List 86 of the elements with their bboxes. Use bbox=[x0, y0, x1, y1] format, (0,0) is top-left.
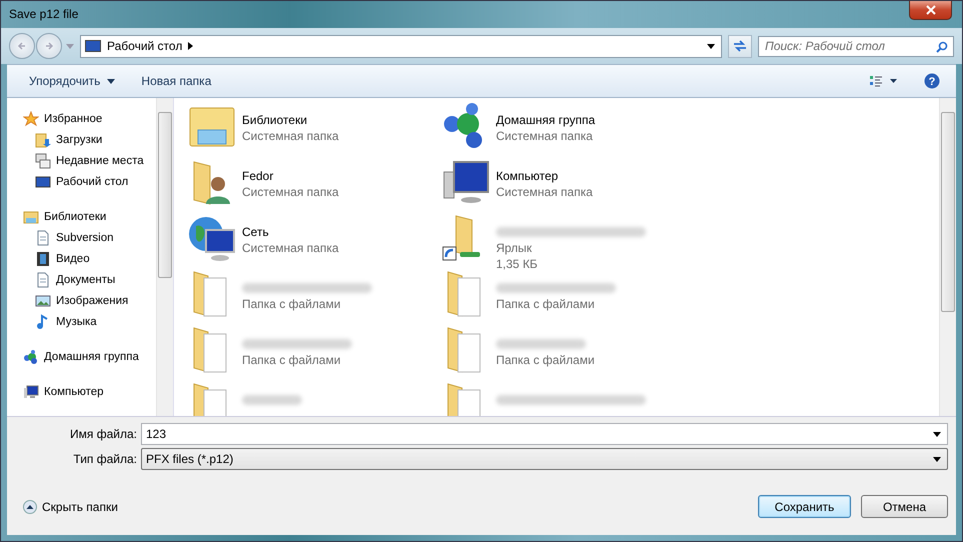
sidebar-item[interactable]: Загрузки bbox=[7, 129, 156, 150]
file-name-label: Имя файла: bbox=[69, 427, 137, 441]
sidebar-item[interactable]: Домашняя группа bbox=[7, 346, 156, 367]
item-name: Домашняя группа bbox=[496, 112, 596, 128]
film-icon bbox=[35, 250, 51, 266]
item-name: Компьютер bbox=[496, 168, 560, 184]
scrollbar[interactable] bbox=[939, 98, 956, 416]
item-detail: Папка с файлами bbox=[496, 296, 596, 312]
item-detail: Папка с файлами bbox=[496, 352, 595, 368]
file-type-dropdown[interactable]: PFX files (*.p12) bbox=[141, 448, 948, 470]
cancel-button[interactable]: Отмена bbox=[861, 495, 948, 518]
sidebar-item[interactable]: Subversion bbox=[7, 227, 156, 248]
help-icon: ? bbox=[924, 73, 940, 89]
organize-menu-button[interactable]: Упорядочить bbox=[21, 70, 124, 92]
chevron-icon bbox=[188, 42, 194, 50]
file-item[interactable]: Компьютер Системная папка bbox=[442, 158, 696, 214]
item-name: Сеть bbox=[242, 224, 270, 240]
save-button[interactable]: Сохранить bbox=[758, 495, 851, 518]
file-item[interactable]: Сеть Системная папка bbox=[188, 214, 442, 270]
refresh-button[interactable] bbox=[728, 34, 752, 58]
caret-icon bbox=[107, 78, 116, 84]
back-arrow-icon bbox=[17, 41, 27, 51]
item-detail: 1,35 КБ bbox=[496, 256, 539, 272]
globe-computer-icon bbox=[188, 214, 236, 262]
file-item[interactable]: Папка с файлами bbox=[442, 326, 696, 382]
picture-icon bbox=[35, 292, 51, 308]
desktop-icon bbox=[35, 174, 51, 190]
file-item[interactable]: Fedor Системная папка bbox=[188, 158, 442, 214]
desktop-icon bbox=[85, 40, 101, 52]
item-detail: Системная папка bbox=[242, 128, 339, 144]
computer-icon bbox=[442, 158, 490, 206]
dropdown-caret-icon bbox=[707, 44, 715, 48]
download-folder-icon bbox=[35, 132, 51, 148]
item-name: Библиотеки bbox=[242, 112, 308, 128]
search-field[interactable]: Поиск: Рабочий стол bbox=[758, 36, 954, 56]
document-icon bbox=[35, 272, 51, 288]
item-detail: Папка с файлами bbox=[242, 296, 342, 312]
sidebar-item[interactable]: Компьютер bbox=[7, 381, 156, 402]
item-detail: Системная папка bbox=[242, 184, 339, 200]
close-button[interactable] bbox=[909, 1, 952, 20]
sidebar-item[interactable]: Документы bbox=[7, 269, 156, 290]
address-bar[interactable]: Рабочий стол bbox=[80, 34, 722, 58]
address-path: Рабочий стол bbox=[107, 39, 182, 53]
star-icon bbox=[23, 110, 39, 126]
sidebar-item[interactable]: Рабочий стол bbox=[7, 171, 156, 192]
sidebar-item[interactable]: Видео bbox=[7, 248, 156, 269]
recent-places-icon bbox=[35, 152, 51, 168]
new-folder-button[interactable]: Новая папка bbox=[133, 70, 220, 92]
forward-button[interactable] bbox=[36, 33, 62, 59]
sidebar-item[interactable]: Избранное bbox=[7, 108, 156, 129]
sidebar-item[interactable]: Музыка bbox=[7, 311, 156, 332]
refresh-arrows-icon bbox=[733, 40, 747, 52]
document-icon bbox=[35, 230, 51, 246]
forward-arrow-icon bbox=[44, 41, 54, 51]
library-icon bbox=[23, 208, 39, 224]
hide-folders-button[interactable]: Скрыть папки bbox=[15, 498, 126, 516]
file-item[interactable]: Папка с файлами bbox=[442, 270, 696, 326]
item-detail: Системная папка bbox=[242, 240, 339, 256]
sidebar-item[interactable]: Изображения bbox=[7, 290, 156, 311]
computer-icon bbox=[23, 384, 39, 400]
sidebar-item[interactable]: Недавние места bbox=[7, 150, 156, 171]
file-name-field[interactable]: 123 bbox=[141, 423, 948, 445]
caret-icon[interactable] bbox=[66, 44, 74, 48]
file-item[interactable]: Домашняя группа Системная папка bbox=[442, 102, 696, 158]
file-item[interactable]: Библиотеки Системная папка bbox=[188, 102, 442, 158]
search-icon bbox=[936, 40, 948, 52]
homegroup-icon bbox=[23, 348, 39, 364]
item-detail: Ярлык bbox=[496, 240, 533, 256]
window-title: Save p12 file bbox=[9, 7, 78, 21]
item-detail: Системная папка bbox=[496, 128, 594, 144]
back-button[interactable] bbox=[9, 33, 35, 59]
file-type-label: Тип файла: bbox=[72, 452, 137, 466]
item-detail: Папка с файлами bbox=[242, 352, 342, 368]
file-item[interactable]: Ярлык 1,35 КБ bbox=[442, 214, 696, 270]
item-name: Fedor bbox=[242, 168, 274, 184]
help-button[interactable]: ? bbox=[920, 71, 944, 91]
item-detail: Системная папка bbox=[496, 184, 593, 200]
file-item[interactable]: Папка с файлами bbox=[188, 270, 442, 326]
collapse-up-icon bbox=[23, 500, 37, 514]
sidebar-item[interactable]: Библиотеки bbox=[7, 206, 156, 227]
dropdown-caret-icon bbox=[933, 432, 941, 436]
file-item[interactable]: Папка с файлами bbox=[188, 326, 442, 382]
scrollbar[interactable] bbox=[156, 98, 173, 416]
view-list-icon bbox=[870, 75, 898, 87]
close-icon bbox=[926, 5, 936, 15]
dropdown-caret-icon bbox=[933, 456, 941, 462]
